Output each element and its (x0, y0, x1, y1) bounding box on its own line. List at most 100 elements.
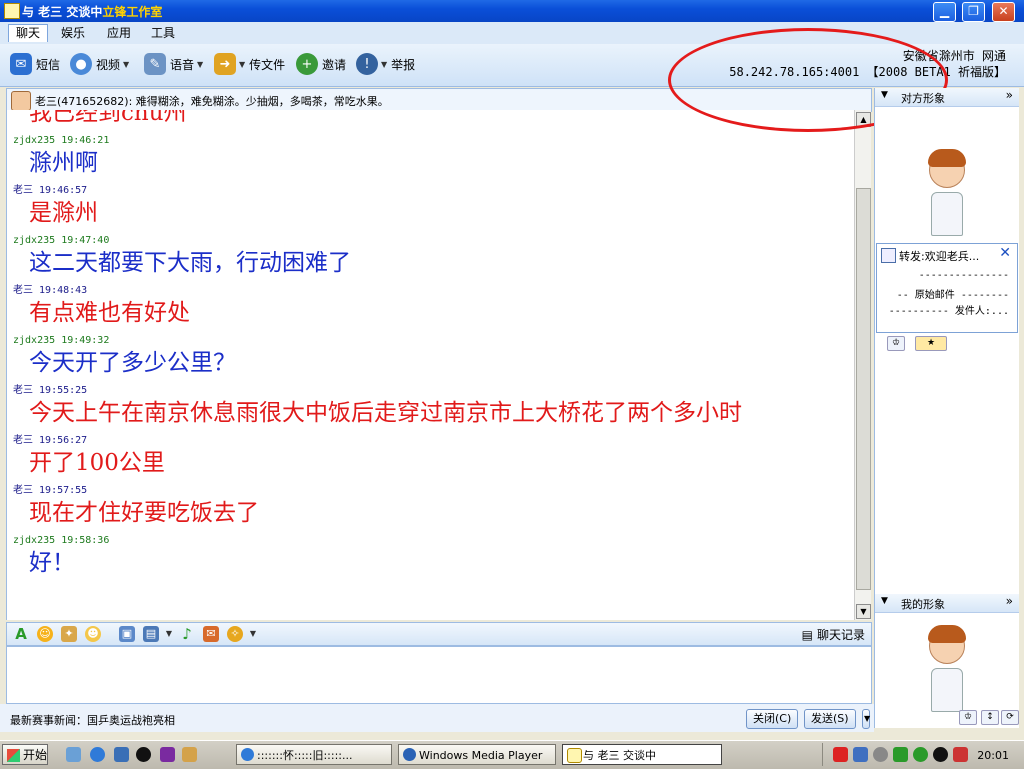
message-time: 19:56:27 (39, 435, 88, 446)
task-media-player[interactable]: Windows Media Player (398, 744, 556, 765)
sms-button[interactable]: ✉ 短信 (10, 52, 60, 76)
collapse-arrow-icon: ▼ (881, 90, 888, 100)
send-file-button[interactable]: ➜ ▼ 传文件 (214, 52, 285, 76)
music-icon[interactable]: ♪ (179, 626, 195, 642)
send-options-dropdown-icon[interactable]: ▼ (862, 709, 870, 729)
microphone-icon: ✎ (144, 53, 166, 75)
report-button[interactable]: ! ▼ 举报 (356, 52, 415, 76)
popup-line: --------------- (918, 270, 1009, 281)
voice-button[interactable]: ✎ 语音 ▼ (144, 52, 203, 76)
tab-chat[interactable]: 聊天 (8, 24, 49, 42)
tool-icon[interactable] (182, 747, 197, 762)
input-toolbar: A ☺ ✦ ☻ ▣ ▤ ▼ ♪ ✉ ✧ ▼ ▤ 聊天记录 (6, 622, 872, 646)
message-list: 我已经到chu州 zjdx235 19:46:21 滁州啊 老三 19:46:57 是滁… (13, 110, 849, 584)
message-text: 这二天都要下大雨，行动困难了 (29, 250, 351, 276)
task-nostalgia[interactable]: :::::::怀:::::旧:::::... (236, 744, 392, 765)
maximize-button[interactable]: ❐ (962, 2, 985, 22)
font-icon[interactable]: A (13, 626, 29, 642)
title-bar[interactable]: 与 老三 交谈中立锋工作室 ▁ ❐ ✕ (0, 0, 1024, 22)
ie-icon[interactable] (90, 747, 105, 762)
send-image-icon[interactable]: ▣ (119, 626, 135, 642)
report-dropdown-icon[interactable]: ▼ (381, 60, 387, 69)
video-dropdown-icon[interactable]: ▼ (123, 60, 129, 69)
sms-label: 短信 (36, 57, 61, 72)
history-label: 聊天记录 (816, 628, 865, 642)
wps-icon[interactable] (160, 747, 175, 762)
tab-tools[interactable]: 工具 (144, 25, 182, 42)
star-icon[interactable]: ★ (915, 336, 947, 351)
sender-name: zjdx235 (13, 335, 56, 346)
ie-icon (241, 748, 254, 761)
tray-app-icon[interactable] (833, 747, 848, 762)
invite-button[interactable]: + 邀请 (296, 52, 346, 76)
explorer-icon[interactable] (114, 747, 129, 762)
avatar-panel: ▼ 对方形象 » ♔ ★ ▼ 我的形象 » ♔ ↕ ⟳ (874, 88, 1019, 728)
clock[interactable]: 20:01 (977, 749, 1009, 762)
mail-notification-popup[interactable]: 转发:欢迎老兵... ✕ --------------- -- 原始邮件 ---… (876, 243, 1018, 333)
tab-entertainment[interactable]: 娱乐 (54, 25, 92, 42)
minimize-button[interactable]: ▁ (933, 2, 956, 22)
start-button[interactable]: 开始 (2, 744, 48, 765)
wardrobe-icon[interactable]: ♔ (959, 710, 977, 725)
task-label: Windows Media Player (419, 749, 543, 762)
news-ticker[interactable]: 最新赛事新闻：国乒奥运战袍亮相 (10, 712, 175, 728)
message-text: 今天上午在南京休息雨很大中饭后走穿过南京市上大桥花了两个多小时 (29, 400, 742, 426)
antivirus-icon[interactable] (953, 747, 968, 762)
other-avatar-figure[interactable] (923, 149, 969, 236)
close-chat-button[interactable]: 关闭(C) (746, 709, 799, 729)
qq-penguin-icon[interactable] (136, 747, 151, 762)
dress-icon[interactable]: ♔ (887, 336, 905, 351)
move-icon[interactable]: ↕ (981, 710, 999, 725)
game-dropdown-icon[interactable]: ▼ (245, 626, 261, 642)
figure-body (931, 668, 963, 712)
my-avatar-header[interactable]: ▼ 我的形象 » (875, 594, 1019, 613)
sender-name: zjdx235 (13, 535, 56, 546)
scroll-down-icon[interactable]: ▼ (856, 604, 871, 619)
video-button[interactable]: ● 视频 ▼ (70, 52, 129, 76)
screen-capture-icon[interactable]: ▤ (143, 626, 159, 642)
expand-double-arrow-icon[interactable]: » (1006, 594, 1013, 608)
message-input[interactable] (6, 646, 872, 704)
close-icon[interactable]: ✕ (999, 245, 1011, 261)
chat-history[interactable]: 我已经到chu州 zjdx235 19:46:21 滁州啊 老三 19:46:57 是滁… (6, 110, 855, 620)
file-dropdown-icon[interactable]: ▼ (239, 60, 245, 69)
window-title: 与 老三 交谈中立锋工作室 (22, 5, 163, 19)
app-icon (4, 3, 20, 19)
popup-line: -- 原始邮件 -------- (896, 290, 1009, 301)
shake-icon[interactable]: ☻ (85, 626, 101, 642)
send-button[interactable]: 发送(S) (804, 709, 856, 729)
popup-title[interactable]: 转发:欢迎老兵... (899, 248, 979, 264)
greeting-card-icon[interactable]: ✉ (203, 626, 219, 642)
message-text: 是滁州 (29, 200, 98, 226)
scroll-thumb[interactable] (856, 188, 871, 590)
message-text: 开了100公里 (29, 450, 165, 476)
police-icon: ! (356, 53, 378, 75)
message-text: 滁州啊 (29, 150, 98, 176)
other-avatar-header[interactable]: ▼ 对方形象 » (875, 88, 1019, 107)
chat-scrollbar[interactable]: ▲ ▼ (854, 110, 871, 620)
network-icon[interactable] (853, 747, 868, 762)
tray-green-icon[interactable] (893, 747, 908, 762)
refresh-icon[interactable]: ⟳ (1001, 710, 1019, 725)
voice-dropdown-icon[interactable]: ▼ (197, 60, 203, 69)
avatar[interactable] (11, 91, 31, 111)
webcam-icon: ● (70, 53, 92, 75)
magic-face-icon[interactable]: ✦ (61, 626, 77, 642)
chat-history-button[interactable]: ▤ 聊天记录 (802, 626, 865, 643)
game-icon[interactable]: ✧ (227, 626, 243, 642)
show-desktop-icon[interactable] (66, 747, 81, 762)
my-avatar-figure[interactable] (923, 625, 969, 712)
qq-tray-icon[interactable] (933, 747, 948, 762)
task-chat-window[interactable]: 与 老三 交谈中 (562, 744, 722, 765)
tray-plus-icon[interactable] (913, 747, 928, 762)
emoticon-icon[interactable]: ☺ (37, 626, 53, 642)
message-sender: zjdx235 19:58:36 (13, 534, 849, 548)
contact-signature: 老三(471652682): 难得糊涂，难免糊涂。少抽烟，多喝茶，常吃水果。 (35, 95, 389, 108)
capture-dropdown-icon[interactable]: ▼ (161, 626, 177, 642)
close-window-button[interactable]: ✕ (992, 2, 1015, 22)
tab-apps[interactable]: 应用 (100, 25, 138, 42)
message-sender: zjdx235 19:49:32 (13, 334, 849, 348)
expand-double-arrow-icon[interactable]: » (1006, 88, 1013, 102)
volume-icon[interactable] (873, 747, 888, 762)
chat-window-icon (567, 748, 582, 763)
